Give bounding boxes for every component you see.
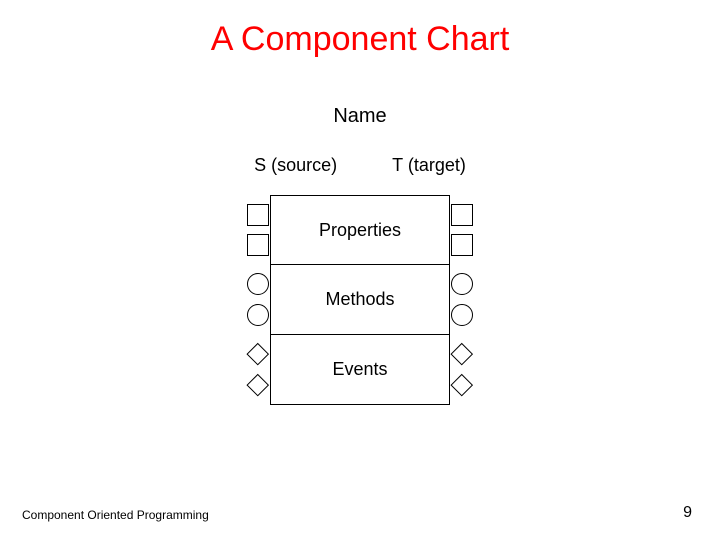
- properties-section: Properties: [270, 195, 450, 265]
- event-port-diamond-icon: [247, 374, 269, 396]
- methods-section: Methods: [270, 265, 450, 335]
- property-port-square-icon: [451, 204, 473, 226]
- slide-title: A Component Chart: [0, 20, 720, 59]
- source-target-row: S (source) T (target): [0, 155, 720, 176]
- method-port-circle-icon: [451, 304, 473, 326]
- property-port-square-icon: [451, 234, 473, 256]
- method-port-circle-icon: [247, 304, 269, 326]
- property-port-square-icon: [247, 234, 269, 256]
- target-label: T (target): [392, 155, 466, 176]
- component-diagram: Properties Methods Events: [270, 195, 450, 405]
- property-port-square-icon: [247, 204, 269, 226]
- event-port-diamond-icon: [451, 343, 473, 365]
- method-port-circle-icon: [451, 273, 473, 295]
- properties-label: Properties: [319, 220, 401, 241]
- component-name-label: Name: [0, 105, 720, 128]
- events-label: Events: [332, 359, 387, 380]
- methods-label: Methods: [325, 289, 394, 310]
- events-section: Events: [270, 335, 450, 405]
- event-port-diamond-icon: [247, 343, 269, 365]
- source-label: S (source): [254, 155, 337, 176]
- page-number: 9: [683, 504, 692, 522]
- event-port-diamond-icon: [451, 374, 473, 396]
- method-port-circle-icon: [247, 273, 269, 295]
- footer-text: Component Oriented Programming: [22, 508, 209, 522]
